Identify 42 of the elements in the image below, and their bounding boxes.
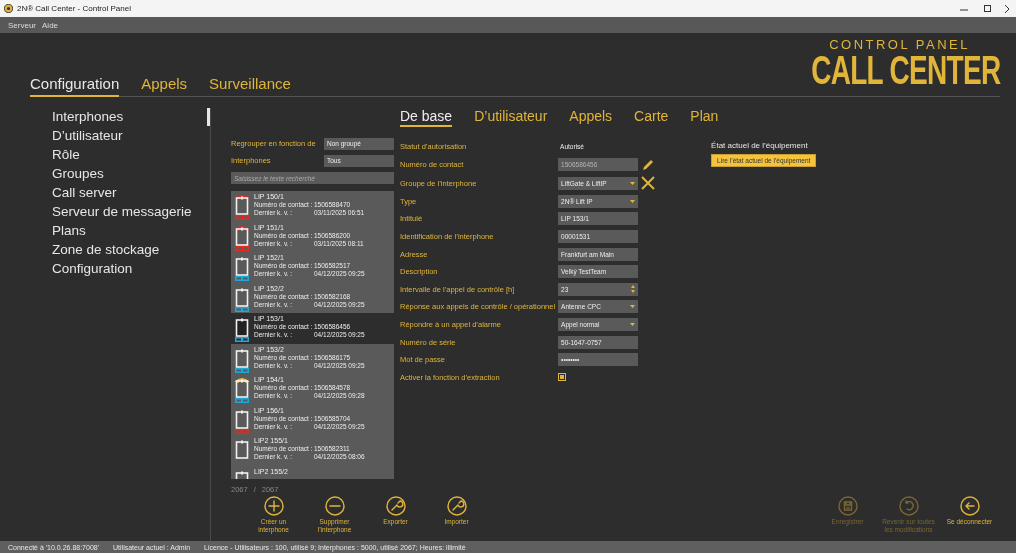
logo-title: CALL CENTER	[810, 52, 1000, 88]
sidebar-item[interactable]: Interphones	[52, 108, 210, 126]
sidebar-item[interactable]: Call server	[52, 184, 210, 202]
section-title: État actuel de l’équipement	[711, 141, 809, 150]
undo-icon	[898, 496, 919, 516]
sidebar-item[interactable]: Rôle	[52, 146, 210, 164]
app-icon	[4, 4, 13, 13]
detail-tab[interactable]: De base	[400, 108, 453, 127]
close-icon[interactable]	[1002, 2, 1012, 15]
sidebar-item[interactable]: Plans	[52, 222, 210, 240]
sidebar-item[interactable]: Configuration	[52, 260, 210, 278]
sidebar-item[interactable]: Zone de stockage	[52, 241, 210, 259]
logo-subtitle: CONTROL PANEL	[829, 37, 970, 52]
intercom-icon	[234, 376, 250, 403]
plus-icon	[263, 496, 284, 516]
intercom-icon	[234, 223, 250, 251]
pencil-icon[interactable]	[641, 157, 656, 172]
wrench-icon	[446, 496, 467, 516]
checkbox[interactable]	[558, 373, 567, 382]
detail-tab[interactable]: Carte	[634, 108, 669, 127]
main-tab[interactable]: Surveillance	[209, 75, 291, 97]
minus-icon	[324, 496, 345, 516]
sidebar-item[interactable]: Groupes	[52, 165, 210, 183]
detail-tab[interactable]: Appels	[569, 108, 613, 127]
intercom-icon	[234, 193, 250, 220]
dropdown-arrow-icon	[630, 322, 636, 326]
sidebar-item[interactable]: Serveur de messagerie	[52, 203, 210, 221]
dropdown-arrow-icon	[630, 181, 636, 185]
spinner-arrows-icon[interactable]	[631, 285, 636, 294]
detail-tab[interactable]: Plan	[690, 108, 719, 127]
floppy-disk-icon	[837, 496, 858, 516]
main-tab[interactable]: Configuration	[30, 75, 120, 97]
menu-item[interactable]: Aide	[42, 20, 59, 30]
main-tab[interactable]: Appels	[141, 75, 188, 97]
menu-item[interactable]: Serveur	[8, 20, 36, 30]
detail-tab[interactable]: D’utilisateur	[474, 108, 548, 127]
window-title: 2N® Call Center - Control Panel	[17, 4, 132, 13]
dropdown-arrow-icon	[630, 305, 636, 309]
dropdown-arrow-icon	[630, 199, 636, 203]
sidebar-item[interactable]: D’utilisateur	[52, 127, 210, 145]
clear-icon[interactable]	[641, 176, 656, 191]
wrench-icon	[385, 496, 406, 516]
